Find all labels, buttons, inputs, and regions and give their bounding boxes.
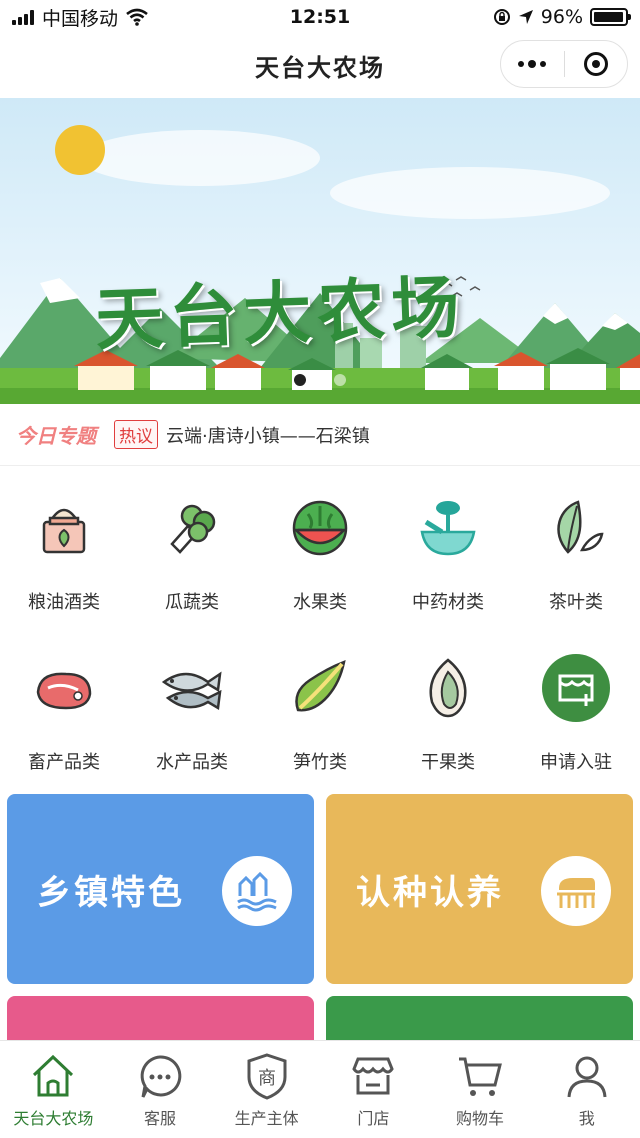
carousel-dot[interactable] xyxy=(314,374,326,386)
meat-icon xyxy=(36,672,92,710)
category-aquatic[interactable]: 水产品类 xyxy=(128,632,256,792)
category-grid: 粮油酒类 瓜蔬类 水果类 中药材类 茶叶类 畜产品类 水产品类 笋竹类 干果类 … xyxy=(0,472,640,792)
apply-join-button[interactable]: 申请入驻 xyxy=(512,632,640,792)
today-topic-logo: 今日专题 xyxy=(16,424,96,448)
store-icon xyxy=(352,1057,395,1095)
svg-text:商: 商 xyxy=(258,1068,276,1089)
tab-me[interactable]: 我 xyxy=(533,1041,640,1138)
carousel-indicator xyxy=(0,374,640,386)
category-grain-oil-wine[interactable]: 粮油酒类 xyxy=(0,472,128,632)
card-title: 认种认养 xyxy=(356,872,504,913)
adopt-plant-card[interactable]: 认种认养 xyxy=(326,794,633,984)
card-title: 乡镇特色 xyxy=(37,872,185,913)
home-icon xyxy=(33,1054,74,1097)
carousel-dot[interactable] xyxy=(294,374,306,386)
tab-label: 天台大农场 xyxy=(13,1109,94,1128)
bottom-tab-bar: 天台大农场 客服 商 生产主体 门店 购物车 我 xyxy=(0,1040,640,1138)
chat-icon xyxy=(140,1055,182,1098)
category-herbal-medicine[interactable]: 中药材类 xyxy=(384,472,512,632)
category-label: 干果类 xyxy=(421,752,475,773)
topic-headline[interactable]: 云端·唐诗小镇——石梁镇 xyxy=(166,422,370,448)
battery-icon xyxy=(590,8,631,26)
more-dots-icon xyxy=(518,59,547,68)
tab-producers[interactable]: 商 生产主体 xyxy=(213,1041,320,1138)
tab-label: 我 xyxy=(578,1109,595,1128)
tab-label: 门店 xyxy=(357,1109,390,1128)
category-label: 茶叶类 xyxy=(549,592,603,613)
feature-cards: 乡镇特色 认种认养 xyxy=(7,794,633,984)
status-bar: 中国移动 12:51 96% xyxy=(0,0,640,34)
tab-cart[interactable]: 购物车 xyxy=(427,1041,534,1138)
town-icon xyxy=(222,856,292,926)
miniprogram-capsule xyxy=(500,40,628,88)
grain-sack-icon xyxy=(42,508,86,554)
category-label: 粮油酒类 xyxy=(28,592,100,613)
more-button[interactable] xyxy=(501,41,564,87)
category-label: 畜产品类 xyxy=(28,752,100,773)
category-label: 水产品类 xyxy=(156,752,228,773)
category-bamboo-shoots[interactable]: 笋竹类 xyxy=(256,632,384,792)
user-icon xyxy=(567,1056,607,1098)
category-vegetables[interactable]: 瓜蔬类 xyxy=(128,472,256,632)
category-label: 水果类 xyxy=(293,592,347,613)
category-livestock[interactable]: 畜产品类 xyxy=(0,632,128,792)
pink-feature-card[interactable] xyxy=(7,996,314,1046)
green-feature-card[interactable] xyxy=(326,996,633,1046)
cart-icon xyxy=(459,1057,502,1096)
tea-leaf-icon xyxy=(557,500,604,554)
banner-carousel[interactable]: 天台大农场 xyxy=(0,98,640,404)
clock: 12:51 xyxy=(289,6,351,28)
tab-customer-service[interactable]: 客服 xyxy=(107,1041,214,1138)
store-add-icon xyxy=(542,654,610,722)
cabbage-icon xyxy=(170,504,216,554)
tab-label: 生产主体 xyxy=(234,1109,299,1128)
town-feature-card[interactable]: 乡镇特色 xyxy=(7,794,314,984)
close-miniprogram-button[interactable] xyxy=(565,41,628,87)
carousel-dot[interactable] xyxy=(334,374,346,386)
nav-bar: 天台大农场 xyxy=(0,34,640,96)
category-tea[interactable]: 茶叶类 xyxy=(512,472,640,632)
category-label: 申请入驻 xyxy=(540,752,612,773)
page-title: 天台大农场 xyxy=(255,53,385,82)
tab-home[interactable]: 天台大农场 xyxy=(0,1041,107,1138)
fish-icon xyxy=(161,671,222,711)
target-icon xyxy=(583,52,608,76)
battery-fill xyxy=(594,12,623,22)
today-topic-bar[interactable]: 今日专题 热议 云端·唐诗小镇——石梁镇 xyxy=(0,404,640,466)
nut-icon xyxy=(429,658,467,718)
category-dried-fruits[interactable]: 干果类 xyxy=(384,632,512,792)
category-label: 瓜蔬类 xyxy=(165,592,219,613)
farm-animal-icon xyxy=(541,856,611,926)
watermelon-icon xyxy=(292,500,348,556)
category-label: 中药材类 xyxy=(412,592,484,613)
tab-stores[interactable]: 门店 xyxy=(320,1041,427,1138)
shield-shop-icon: 商 xyxy=(247,1053,287,1100)
mortar-herb-icon xyxy=(420,501,476,556)
tab-label: 客服 xyxy=(144,1109,177,1128)
banner-title: 天台大农场 xyxy=(93,267,467,361)
hot-badge: 热议 xyxy=(114,420,158,449)
bamboo-shoot-icon xyxy=(295,660,346,712)
category-label: 笋竹类 xyxy=(293,752,347,773)
tab-label: 购物车 xyxy=(456,1109,505,1128)
category-fruits[interactable]: 水果类 xyxy=(256,472,384,632)
